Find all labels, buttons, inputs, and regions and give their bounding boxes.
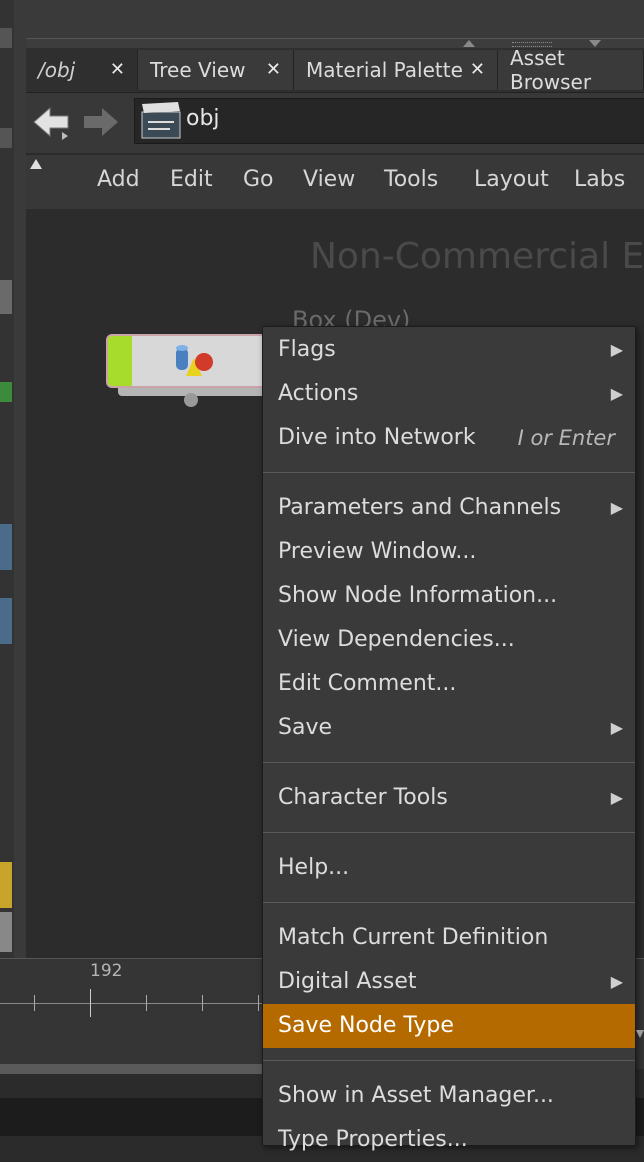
menu-item-label: Save Node Type [278,1013,454,1038]
menu-item-label: Parameters and Channels [278,495,562,520]
collapse-up-icon[interactable] [462,39,476,48]
menu-item-label: Edit Comment... [278,671,457,696]
menu-item-label: Help... [278,855,350,880]
watermark-text: Non-Commercial E [310,236,644,277]
menu-separator [263,832,635,833]
shelf-tool-icon[interactable] [0,912,12,952]
tab-material-palette[interactable]: Material Palette ✕ [294,50,498,90]
expand-up-icon[interactable] [29,158,43,170]
menu-item-type-properties[interactable]: Type Properties... [263,1118,635,1162]
menu-item-label: Actions [278,381,359,406]
timeline-tick [34,995,35,1011]
menu-separator [263,762,635,763]
node-display-flag[interactable] [108,336,132,386]
menu-item-view-dependencies[interactable]: View Dependencies... [263,618,635,662]
menu-item-help[interactable]: Help... [263,846,635,890]
shelf-tool-icon[interactable] [0,280,12,314]
scroll-down-indicator[interactable] [636,1030,644,1050]
timeline-tick [258,995,259,1011]
menu-go[interactable]: Go [243,167,274,192]
tab-obj[interactable]: /obj ✕ [26,50,138,90]
tab-tree-view[interactable]: Tree View ✕ [138,50,294,90]
menu-item-label: Save [278,715,333,740]
menu-item-parameters-and-channels[interactable]: Parameters and Channels ▶ [263,486,635,530]
pane-tab-bar: /obj ✕ Tree View ✕ Material Palette ✕ As… [26,46,644,94]
submenu-arrow-icon: ▶ [610,384,623,403]
menu-item-label: Flags [278,337,336,362]
tab-label: /obj [38,58,76,82]
shelf-tool-icon[interactable] [0,128,12,148]
submenu-arrow-icon: ▶ [610,340,623,359]
menu-item-character-tools[interactable]: Character Tools ▶ [263,776,635,820]
clapboard-icon [141,102,181,139]
timeline-playhead[interactable] [90,989,91,1017]
tab-label: Material Palette [306,58,463,82]
menu-item-label: View Dependencies... [278,627,515,652]
shelf-tool-icon[interactable] [0,524,12,570]
shelf-tool-icon[interactable] [0,28,12,48]
menu-item-label: Show in Asset Manager... [278,1083,554,1108]
menu-tools[interactable]: Tools [384,167,438,192]
menu-separator [263,472,635,473]
menu-item-preview-window[interactable]: Preview Window... [263,530,635,574]
menu-item-show-in-asset-manager[interactable]: Show in Asset Manager... [263,1074,635,1118]
menu-item-label: Preview Window... [278,539,477,564]
network-node[interactable] [106,334,274,388]
menu-separator [263,902,635,903]
timeline-tick [202,995,203,1011]
path-text: obj [186,106,220,131]
menu-item-dive-into-network[interactable]: Dive into Network I or Enter [263,416,635,460]
menu-item-show-node-information[interactable]: Show Node Information... [263,574,635,618]
submenu-arrow-icon: ▶ [610,498,623,517]
menu-edit[interactable]: Edit [170,167,213,192]
context-menu: Flags ▶ Actions ▶ Dive into Network I or En… [262,326,636,1152]
menu-layout[interactable]: Layout [474,167,549,192]
geometry-icon [176,345,213,376]
menu-separator [263,1060,635,1061]
menu-item-match-current-definition[interactable]: Match Current Definition [263,916,635,960]
shelf-tool-icon[interactable] [0,382,12,402]
close-icon[interactable]: ✕ [110,59,125,80]
menu-item-label: Character Tools [278,785,448,810]
menu-view[interactable]: View [303,167,355,192]
menu-item-edit-comment[interactable]: Edit Comment... [263,662,635,706]
menu-add[interactable]: Add [97,167,140,192]
menu-item-label: Digital Asset [278,969,417,994]
back-arrow-icon[interactable] [32,104,72,140]
forward-arrow-icon[interactable] [82,106,120,138]
shelf-tool-icon[interactable] [0,862,12,908]
menu-item-shortcut: I or Enter [517,426,615,450]
menu-item-label: Dive into Network [278,425,476,450]
close-icon[interactable]: ✕ [470,59,485,80]
menu-item-save[interactable]: Save ▶ [263,706,635,750]
menu-labs[interactable]: Labs [574,167,625,192]
left-shelf [0,0,15,958]
submenu-arrow-icon: ▶ [610,718,623,737]
timeline-tick [146,995,147,1011]
shelf-tool-icon[interactable] [0,598,12,644]
node-output-connector[interactable] [184,393,198,407]
close-icon[interactable]: ✕ [266,59,281,80]
tab-label: Asset Browser [510,46,592,94]
tab-asset-browser[interactable]: Asset Browser [498,46,644,94]
menu-item-label: Show Node Information... [278,583,558,608]
menu-item-actions[interactable]: Actions ▶ [263,372,635,416]
submenu-arrow-icon: ▶ [610,788,623,807]
menu-item-digital-asset[interactable]: Digital Asset ▶ [263,960,635,1004]
menu-item-flags[interactable]: Flags ▶ [263,328,635,372]
timeline-scrollbar[interactable] [0,1064,264,1074]
top-toolbar [26,0,644,38]
tab-label: Tree View [150,58,246,82]
menu-item-label: Type Properties... [278,1127,468,1152]
frame-number: 192 [90,961,123,981]
submenu-arrow-icon: ▶ [610,972,623,991]
menu-item-label: Match Current Definition [278,925,549,950]
menu-item-save-node-type[interactable]: Save Node Type [263,1004,635,1048]
timeline-ruler[interactable] [0,1003,264,1004]
